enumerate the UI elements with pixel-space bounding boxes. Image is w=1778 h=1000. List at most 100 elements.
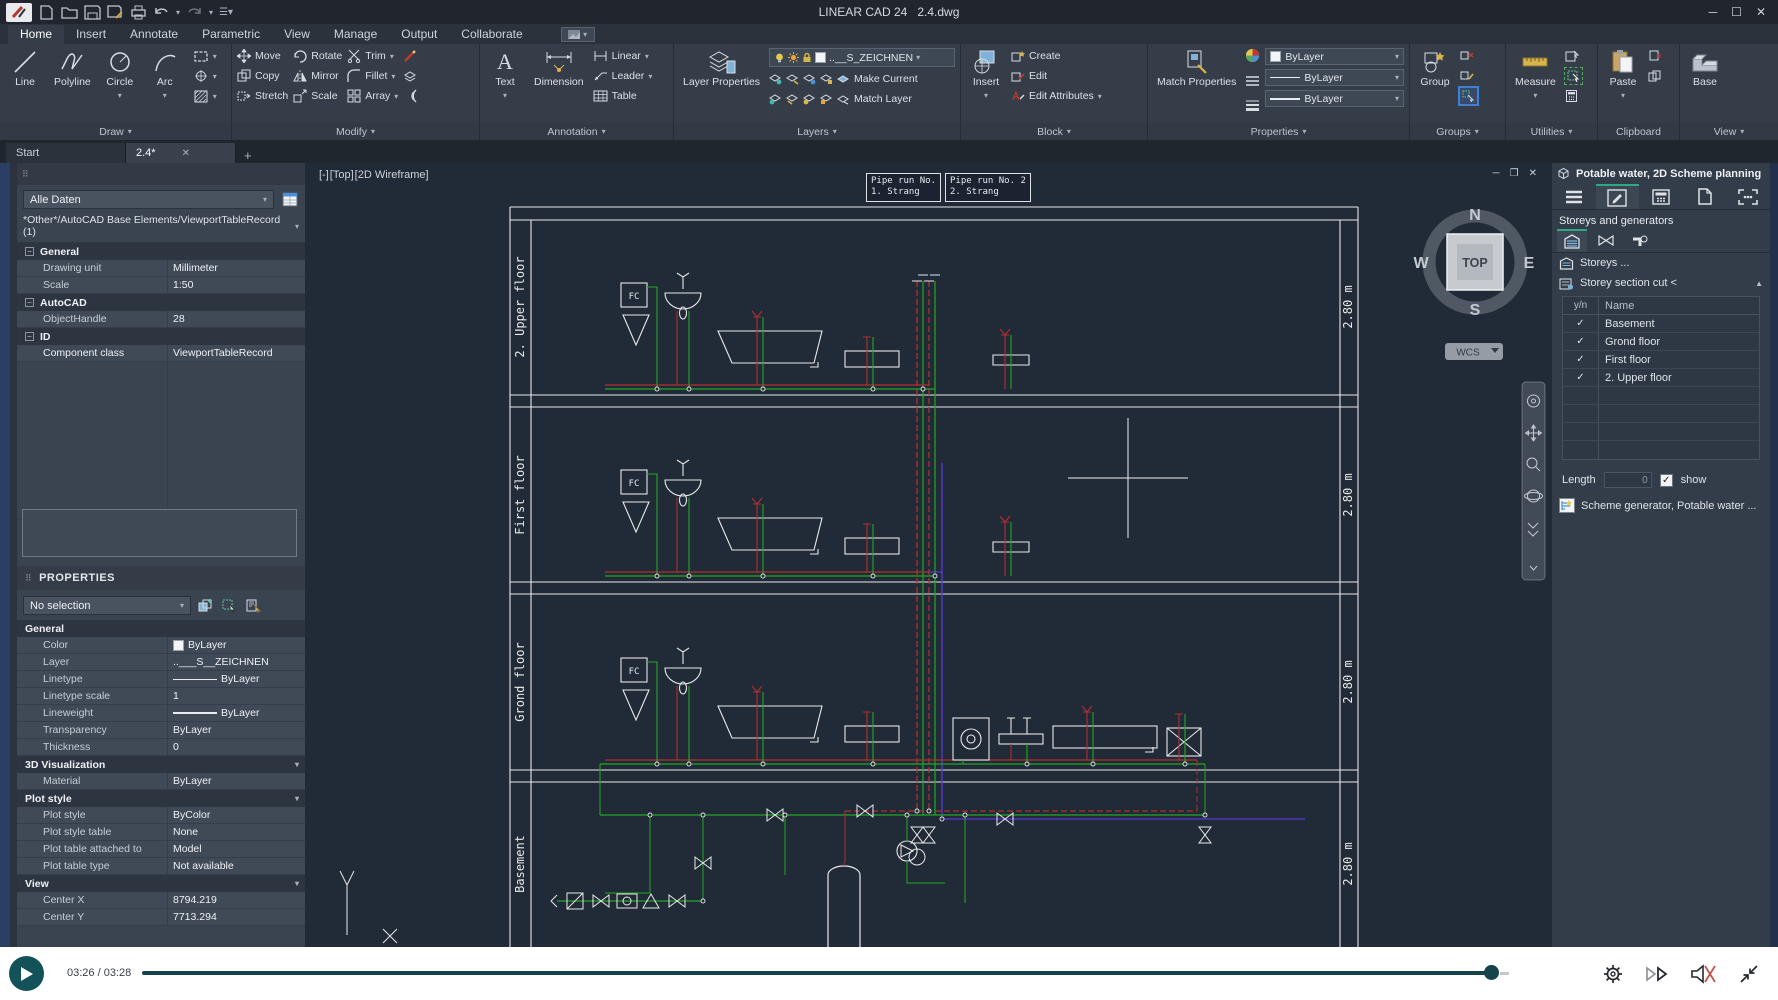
color-wheel-icon[interactable] xyxy=(1245,48,1260,63)
insert-block-button[interactable]: Insert ▾ xyxy=(966,48,1006,101)
data-filter-dropdown[interactable]: Alle Daten▾ xyxy=(23,190,274,209)
object-color-dropdown[interactable]: ByLayer▾ xyxy=(1265,48,1404,65)
centerline-flyout-button[interactable]: ▾ xyxy=(194,68,217,84)
tab-insert[interactable]: Insert xyxy=(64,25,118,44)
row-transparency[interactable]: TransparencyByLayer xyxy=(17,722,305,739)
qat-customize-icon[interactable]: ☰▾ xyxy=(219,7,233,18)
dwg-restore-icon[interactable]: ❐ xyxy=(1510,168,1519,179)
subtab-generators[interactable] xyxy=(1625,229,1655,252)
row-thickness[interactable]: Thickness0 xyxy=(17,739,305,756)
linetype-dropdown[interactable]: ByLayer▾ xyxy=(1265,69,1404,86)
block-panel-label[interactable]: Block▾ xyxy=(961,123,1147,140)
minimize-button[interactable]: ─ xyxy=(1709,5,1718,19)
save-icon[interactable] xyxy=(84,5,101,20)
cut-button[interactable] xyxy=(1648,48,1662,64)
viewcube[interactable]: N S W E TOP xyxy=(1413,207,1534,319)
tab-manage[interactable]: Manage xyxy=(322,25,389,44)
doc-tab-start[interactable]: Start xyxy=(6,143,126,163)
dimension-button[interactable]: Dimension xyxy=(530,48,588,90)
row-linetype-scale[interactable]: Linetype scale1 xyxy=(17,688,305,705)
hatch-flyout-button[interactable]: ▾ xyxy=(194,88,217,104)
open-folder-icon[interactable] xyxy=(61,5,78,20)
tab-edit-scheme[interactable] xyxy=(1596,184,1640,209)
linear-button[interactable]: Linear▾ xyxy=(593,48,653,64)
quick-select-button[interactable] xyxy=(1565,68,1582,84)
compass-n[interactable]: N xyxy=(1469,207,1481,224)
tab-home[interactable]: Home xyxy=(8,25,64,44)
dwg-close-icon[interactable]: ✕ xyxy=(1529,168,1537,179)
storey-row-empty[interactable] xyxy=(1563,441,1759,459)
trim-button[interactable]: Trim▾ xyxy=(347,48,398,64)
create-block-button[interactable]: Create xyxy=(1011,48,1102,64)
clipboard-panel-label[interactable]: Clipboard xyxy=(1598,123,1679,140)
ungroup-button[interactable] xyxy=(1460,48,1477,64)
storey-row-first[interactable]: ✓ First floor xyxy=(1563,351,1759,369)
section-general[interactable]: −General xyxy=(17,243,305,260)
viewport-minus-control[interactable]: [-] xyxy=(319,169,329,181)
circle-button[interactable]: Circle ▾ xyxy=(100,48,140,101)
arc-button[interactable]: Arc ▾ xyxy=(145,48,185,101)
storey-row-empty[interactable] xyxy=(1563,423,1759,441)
app-logo-icon[interactable] xyxy=(6,3,32,22)
storey-row-empty[interactable] xyxy=(1563,405,1759,423)
leader-button[interactable]: Leader▾ xyxy=(593,68,653,84)
select-objects-icon[interactable] xyxy=(220,596,239,615)
stretch-button[interactable]: Stretch xyxy=(237,88,288,104)
props-section-view[interactable]: View▾ xyxy=(17,875,305,892)
row-color[interactable]: ColorByLayer xyxy=(17,637,305,654)
storeys-item[interactable]: Storeys ... xyxy=(1552,253,1770,273)
storey-section-cut-item[interactable]: Storey section cut < ▲ xyxy=(1552,273,1770,293)
new-doc-tab-button[interactable]: + xyxy=(236,148,260,163)
layer-properties-button[interactable]: Layer Properties xyxy=(679,48,764,90)
compass-s[interactable]: S xyxy=(1470,302,1481,319)
copy-button[interactable]: Copy xyxy=(237,68,288,84)
ribbon-extra-button[interactable]: ▾ xyxy=(561,27,595,42)
toggle-pickadd-icon[interactable] xyxy=(196,596,215,615)
props-section-plot[interactable]: Plot style▾ xyxy=(17,790,305,807)
scale-button[interactable]: Scale xyxy=(293,88,342,104)
tab-document[interactable] xyxy=(1683,184,1727,209)
polyline-button[interactable]: Polyline xyxy=(50,48,95,90)
tab-annotate[interactable]: Annotate xyxy=(118,25,190,44)
palette-grip[interactable]: ⠿ xyxy=(17,163,305,185)
row-layer[interactable]: Layer..___S__ZEICHNEN xyxy=(17,654,305,671)
erase-button[interactable] xyxy=(403,48,417,64)
array-button[interactable]: Array▾ xyxy=(347,88,398,104)
rectangle-flyout-button[interactable]: ▾ xyxy=(194,48,217,64)
view-panel-label[interactable]: View▾ xyxy=(1680,123,1778,140)
id-point-button[interactable] xyxy=(1565,48,1582,64)
show-checkbox[interactable]: ✓ xyxy=(1660,474,1673,487)
tab-view[interactable]: View xyxy=(272,25,322,44)
subtab-storeys[interactable] xyxy=(1557,229,1587,252)
draw-panel-label[interactable]: Draw▾ xyxy=(0,123,231,140)
doc-tab-close-icon[interactable]: ✕ xyxy=(182,148,190,159)
copy-clip-button[interactable] xyxy=(1648,68,1662,84)
edit-attributes-button[interactable]: Edit Attributes▾ xyxy=(1011,88,1102,104)
annotation-panel-label[interactable]: Annotation▾ xyxy=(480,123,673,140)
make-current-button[interactable]: Make Current xyxy=(769,71,955,87)
group-button[interactable]: Group xyxy=(1415,48,1455,90)
row-lineweight[interactable]: LineweightByLayer xyxy=(17,705,305,722)
viewcube-top-face[interactable]: TOP xyxy=(1462,256,1487,270)
scheme-generator-item[interactable]: Scheme generator, Potable water ... xyxy=(1552,488,1770,513)
redo-caret-icon[interactable]: ▾ xyxy=(209,8,213,17)
paste-button[interactable]: Paste ▾ xyxy=(1603,48,1643,101)
storey-row-basement[interactable]: ✓ Basement xyxy=(1563,315,1759,333)
match-properties-button[interactable]: Match Properties xyxy=(1153,48,1240,90)
lineweight-dropdown[interactable]: ByLayer▾ xyxy=(1265,90,1404,107)
section-autocad[interactable]: −AutoCAD xyxy=(17,294,305,311)
row-linetype[interactable]: LinetypeByLayer xyxy=(17,671,305,688)
length-input[interactable] xyxy=(1604,472,1652,488)
wcs-dropdown[interactable]: WCS xyxy=(1445,343,1503,360)
text-button[interactable]: A Text ▾ xyxy=(485,48,525,101)
collapse-arrow-icon[interactable]: ▲ xyxy=(1755,279,1763,288)
subtab-valves[interactable] xyxy=(1591,229,1621,252)
viewport-view-control[interactable]: [Top] xyxy=(330,169,354,181)
mirror-button[interactable]: Mirror xyxy=(293,68,342,84)
quick-calculator-button[interactable] xyxy=(1565,88,1582,104)
group-selection-toggle[interactable] xyxy=(1460,88,1477,104)
props-section-general[interactable]: General xyxy=(17,620,305,637)
modify-panel-label[interactable]: Modify▾ xyxy=(232,123,479,140)
group-edit-button[interactable] xyxy=(1460,68,1477,84)
exit-fullscreen-button[interactable] xyxy=(1736,961,1762,987)
